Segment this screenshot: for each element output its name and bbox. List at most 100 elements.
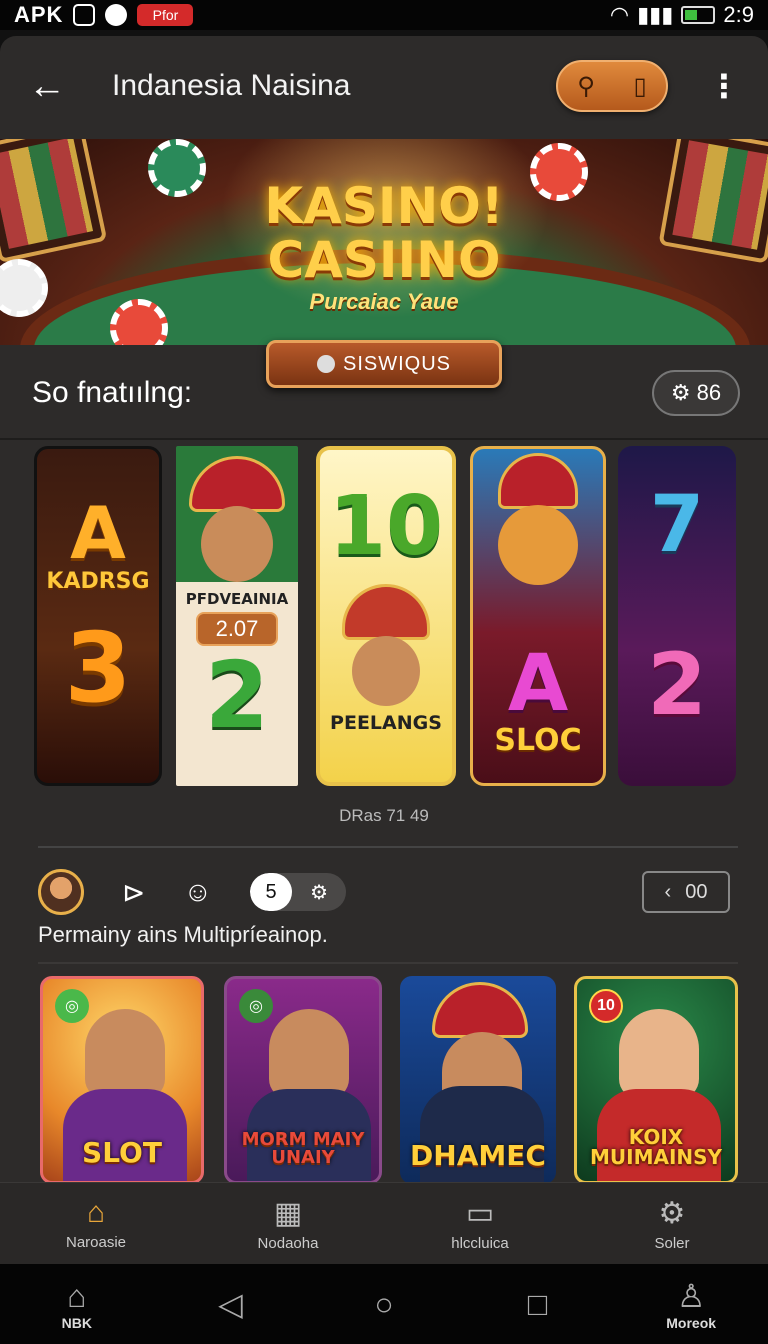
game-tile[interactable]: ◎ SLOT xyxy=(40,976,204,1184)
home-icon: ⌂ xyxy=(86,1196,106,1229)
game-tile[interactable]: 10 KOIX MUIMAINSY xyxy=(574,976,738,1184)
crown-hat xyxy=(432,982,528,1038)
system-back-button[interactable]: ◁ xyxy=(154,1285,308,1323)
status-bar: APK Pfor ◠ ▮▮▮ 2:9 xyxy=(0,0,768,30)
back-triangle-icon: ◁ xyxy=(218,1286,243,1322)
game-character xyxy=(201,506,273,582)
settings-count: 86 xyxy=(696,380,722,405)
system-recents-button[interactable]: □ xyxy=(461,1286,615,1323)
game-tile[interactable]: ◎ MORM MAIY UNAIY xyxy=(224,976,382,1184)
filter-row: ⊳ ☺ 5 ⚙ ‹ 00 xyxy=(0,862,768,922)
game-card-name: PEELANGS xyxy=(330,712,442,734)
crown-hat xyxy=(189,456,285,512)
search-wallet-pill[interactable]: ⚲ ▯ xyxy=(556,60,668,112)
gear-icon: ⚙ xyxy=(310,881,329,904)
nav-item-settings[interactable]: ⚙ Soler xyxy=(576,1183,768,1264)
game-card-top: A xyxy=(70,491,126,575)
game-card-name: KADRSG xyxy=(46,569,150,594)
game-tile-name: SLOT xyxy=(82,1136,162,1169)
app-window: ← Indanesia Naisina ⚲ ▯ ⋮ KASINO! CASIIN… xyxy=(0,36,768,1264)
game-tile-name: KOIX MUIMAINSY xyxy=(589,1125,723,1169)
square-icon: □ xyxy=(527,1285,548,1322)
system-home-circle-button[interactable]: ○ xyxy=(307,1286,461,1323)
system-home-button[interactable]: ⌂ NBK xyxy=(0,1278,154,1331)
signal-icon: ▮▮▮ xyxy=(637,2,674,27)
gear-icon: ⚙ xyxy=(658,1196,686,1230)
search-icon[interactable]: ⚲ xyxy=(577,72,595,101)
toggle-value: 5 xyxy=(250,873,293,911)
game-card-top: 7 xyxy=(649,480,705,570)
instagram-icon xyxy=(73,4,96,26)
more-menu-icon[interactable]: ⋮ xyxy=(708,67,740,105)
game-card-letter: A xyxy=(507,639,569,729)
game-character xyxy=(269,1009,349,1099)
nav-item-grid[interactable]: ▦ Nodaoha xyxy=(192,1183,384,1264)
back-arrow-icon[interactable]: ← xyxy=(28,65,80,108)
nav-item-home[interactable]: ⌂ Naroasie xyxy=(0,1183,192,1264)
game-character xyxy=(352,636,420,706)
user-icon[interactable]: ☺ xyxy=(183,876,212,908)
wifi-icon: ◠ xyxy=(609,2,630,27)
game-tile[interactable]: DHAMEC xyxy=(400,976,556,1184)
nav-label: Soler xyxy=(654,1234,690,1252)
radio-dot-icon xyxy=(316,355,335,373)
avatar[interactable] xyxy=(38,869,84,915)
banner-subtitle: Purcaiac Yaue xyxy=(309,289,459,314)
divider xyxy=(0,438,768,440)
carrier-label: APK xyxy=(14,2,64,27)
grid-icon: ▦ xyxy=(273,1196,303,1230)
carousel-caption: DRas 71 49 xyxy=(339,806,429,825)
game-card[interactable]: A SLOC xyxy=(470,446,606,786)
banner-title-line1: KASINO! xyxy=(264,177,504,235)
system-home-label: NBK xyxy=(61,1314,92,1331)
notification-icon xyxy=(105,4,128,26)
pager-button[interactable]: ‹ 00 xyxy=(642,871,730,913)
game-card[interactable]: 7 2 xyxy=(618,446,736,786)
divider xyxy=(38,962,738,964)
crown-hat xyxy=(498,453,578,509)
settings-count-pill[interactable]: ⚙ 86 xyxy=(652,370,740,416)
nav-item-chat[interactable]: ▭ hlccluica xyxy=(384,1183,576,1264)
game-card-number: 2 xyxy=(204,642,269,749)
game-card-value: 2.07 xyxy=(195,612,279,646)
game-card[interactable]: A KADRSG 3 xyxy=(34,446,162,786)
badge-icon: ◎ xyxy=(55,989,89,1023)
banner-cta-button[interactable]: SISWIQUS xyxy=(266,340,502,388)
chevron-left-icon: ‹ xyxy=(664,880,672,903)
game-card-name: SLOC xyxy=(494,723,582,758)
nav-label: Nodaoha xyxy=(257,1234,319,1252)
app-badge-icon: Pfor xyxy=(137,4,194,26)
filter-toggle[interactable]: 5 ⚙ xyxy=(250,873,347,911)
nav-label: Naroasie xyxy=(65,1234,127,1251)
circle-icon: ○ xyxy=(374,1285,394,1322)
clock: 2:9 xyxy=(723,2,754,27)
featured-games-carousel[interactable]: A KADRSG 3 PFDVEAINIA 2.07 2 10 PEELANGS… xyxy=(0,446,768,796)
person-icon: ♙ xyxy=(676,1278,706,1314)
phone-icon[interactable]: ▯ xyxy=(633,72,646,101)
banner-title-line2: CASIINO xyxy=(267,231,501,289)
game-tile-name: MORM MAIY UNAIY xyxy=(241,1129,365,1168)
battery-icon xyxy=(681,6,716,24)
nav-label: hlccluica xyxy=(451,1234,509,1252)
bottom-navigation: ⌂ Naroasie ▦ Nodaoha ▭ hlccluica ⚙ Soler xyxy=(0,1182,768,1264)
share-icon[interactable]: ⊳ xyxy=(122,876,145,909)
tiger-character xyxy=(498,505,578,585)
multiplayer-games-row[interactable]: ◎ SLOT ◎ MORM MAIY UNAIY DHAMEC 10 KOIX … xyxy=(0,976,768,1186)
game-card[interactable]: PFDVEAINIA 2.07 2 xyxy=(176,446,298,786)
system-profile-label: Moreok xyxy=(666,1315,717,1331)
app-bar: ← Indanesia Naisina ⚲ ▯ ⋮ xyxy=(0,36,768,136)
divider xyxy=(38,846,738,848)
game-card-name: PFDVEAINIA xyxy=(185,590,289,608)
section-heading: So fnatıılng: xyxy=(32,376,193,409)
game-card[interactable]: 10 PEELANGS xyxy=(316,446,456,786)
game-tile-name: DHAMEC xyxy=(410,1139,546,1172)
level-badge: 10 xyxy=(589,989,623,1023)
game-card-number: 2 xyxy=(647,635,707,735)
system-profile-button[interactable]: ♙ Moreok xyxy=(614,1277,768,1331)
hero-banner[interactable]: KASINO! CASIINO Purcaiac Yaue xyxy=(0,139,768,345)
game-character xyxy=(619,1009,699,1099)
system-navigation-bar: ⌂ NBK ◁ ○ □ ♙ Moreok xyxy=(0,1264,768,1344)
banner-cta-label: SISWIQUS xyxy=(342,352,451,375)
page-title: Indanesia Naisina xyxy=(112,69,351,102)
section-description: Permainy ains Multipríeainop. xyxy=(38,922,328,947)
